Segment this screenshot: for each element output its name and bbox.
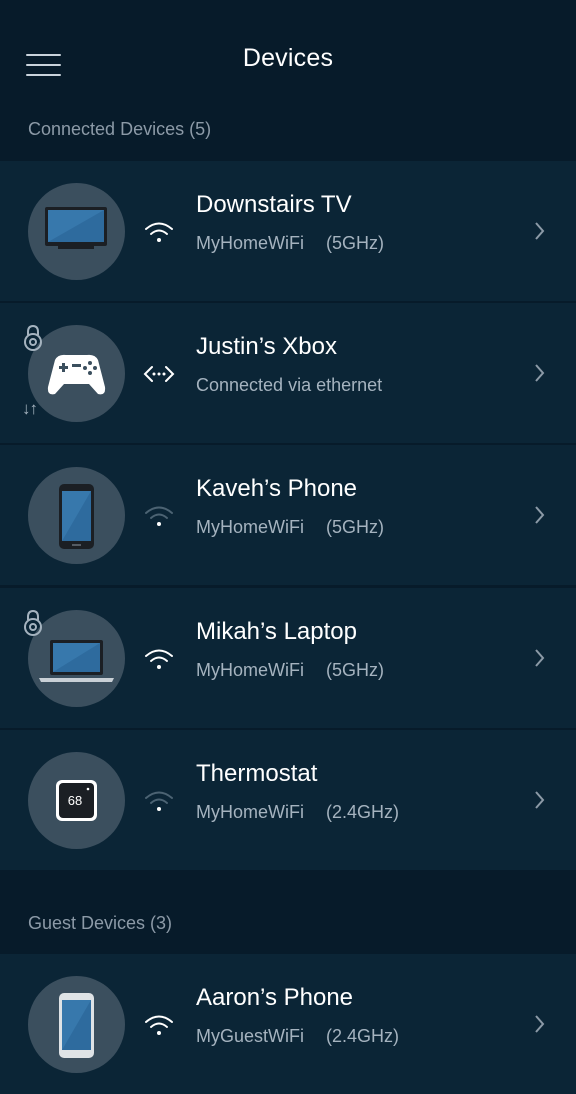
chevron-right-icon bbox=[532, 788, 548, 812]
chevron-right-icon bbox=[532, 503, 548, 527]
network-band: (5GHz) bbox=[326, 660, 384, 680]
device-name: Aaron’s Phone bbox=[196, 984, 354, 1011]
phone-icon bbox=[28, 976, 125, 1073]
device-row-justins-xbox[interactable]: ↓↑ Justin’s Xbox Connected via ethernet bbox=[0, 303, 576, 443]
device-name: Thermostat bbox=[196, 760, 318, 787]
network-name: Connected via ethernet bbox=[196, 375, 383, 395]
guest-devices-label: Guest Devices (3) bbox=[28, 913, 173, 933]
wifi-weak-icon bbox=[140, 786, 178, 816]
connected-devices-label: Connected Devices (5) bbox=[28, 119, 212, 139]
thermostat-display: 68 bbox=[68, 793, 82, 808]
device-row-aarons-phone[interactable]: Aaron’s Phone MyGuestWiFi (2.4GHz) bbox=[0, 954, 576, 1094]
chevron-right-icon bbox=[532, 1012, 548, 1036]
device-name: Kaveh’s Phone bbox=[196, 475, 358, 502]
network-name: MyHomeWiFi bbox=[196, 660, 304, 680]
ethernet-icon bbox=[140, 359, 178, 389]
network-band: (5GHz) bbox=[326, 517, 384, 537]
device-row-downstairs-tv[interactable]: Downstairs TV MyHomeWiFi (5GHz) bbox=[0, 161, 576, 301]
thermostat-icon: 68 bbox=[28, 752, 125, 849]
wifi-strong-icon bbox=[140, 1010, 178, 1040]
device-name: Downstairs TV bbox=[196, 191, 352, 218]
network-name: MyHomeWiFi bbox=[196, 233, 304, 253]
device-row-mikahs-laptop[interactable]: Mikah’s Laptop MyHomeWiFi (5GHz) bbox=[0, 588, 576, 728]
header: Devices bbox=[0, 0, 576, 110]
network-band: (2.4GHz) bbox=[326, 1026, 400, 1046]
device-network: MyHomeWiFi (5GHz) bbox=[196, 233, 384, 254]
phone-icon bbox=[28, 467, 125, 564]
wifi-weak-icon bbox=[140, 501, 178, 531]
lock-icon bbox=[22, 323, 44, 353]
device-name: Mikah’s Laptop bbox=[196, 618, 357, 645]
wifi-strong-icon bbox=[140, 644, 178, 674]
network-name: MyHomeWiFi bbox=[196, 802, 304, 822]
device-row-kavehs-phone[interactable]: Kaveh’s Phone MyHomeWiFi (5GHz) bbox=[0, 445, 576, 585]
device-network: MyHomeWiFi (5GHz) bbox=[196, 660, 384, 681]
network-name: MyHomeWiFi bbox=[196, 517, 304, 537]
device-row-thermostat[interactable]: 68 Thermostat MyHomeWiFi (2.4GHz) bbox=[0, 730, 576, 870]
chevron-right-icon bbox=[532, 361, 548, 385]
network-band: (2.4GHz) bbox=[326, 802, 400, 822]
activity-arrows-icon: ↓↑ bbox=[22, 399, 38, 418]
wifi-strong-icon bbox=[140, 217, 178, 247]
device-network: MyGuestWiFi (2.4GHz) bbox=[196, 1026, 399, 1047]
device-network: Connected via ethernet bbox=[196, 375, 382, 396]
network-band: (5GHz) bbox=[326, 233, 384, 253]
network-name: MyGuestWiFi bbox=[196, 1026, 304, 1046]
lock-icon bbox=[22, 608, 44, 638]
tv-icon bbox=[28, 183, 125, 280]
chevron-right-icon bbox=[532, 646, 548, 670]
device-name: Justin’s Xbox bbox=[196, 333, 337, 360]
page-title: Devices bbox=[242, 44, 334, 72]
device-network: MyHomeWiFi (2.4GHz) bbox=[196, 802, 399, 823]
device-network: MyHomeWiFi (5GHz) bbox=[196, 517, 384, 538]
chevron-right-icon bbox=[532, 219, 548, 243]
